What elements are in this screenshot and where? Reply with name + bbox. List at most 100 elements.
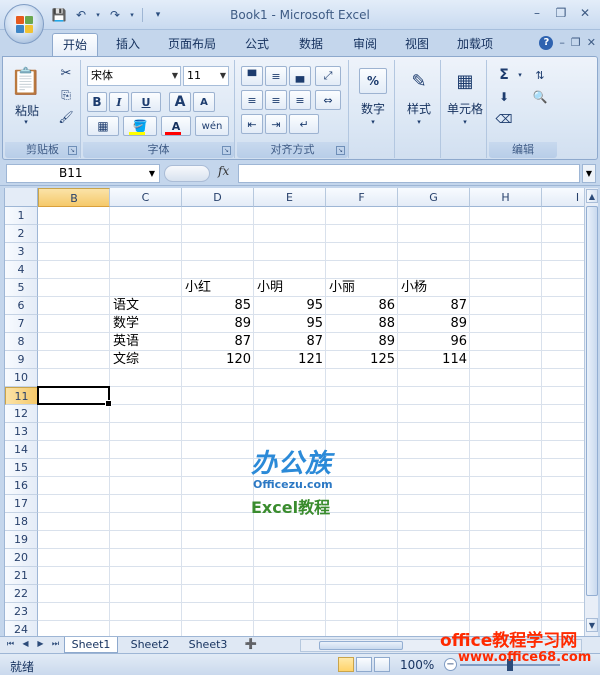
tab-page-layout[interactable]: 页面布局	[160, 33, 224, 56]
row-header-13[interactable]: 13	[5, 423, 38, 441]
score-cell[interactable]: 87	[182, 333, 254, 351]
increase-indent-icon[interactable]: ⇥	[265, 114, 287, 134]
zoom-out-icon[interactable]: −	[444, 658, 457, 671]
row-header-16[interactable]: 16	[5, 477, 38, 495]
alignment-launcher-icon[interactable]: ↘	[336, 146, 345, 155]
underline-button[interactable]: U	[131, 92, 161, 112]
row-header-5[interactable]: 5	[5, 279, 38, 297]
score-cell[interactable]: 86	[326, 297, 398, 315]
subject-cell[interactable]: 文综	[110, 351, 142, 369]
subject-cell[interactable]: 语文	[110, 297, 142, 315]
font-name-combo[interactable]: 宋体 ▼	[87, 66, 181, 86]
score-cell[interactable]: 87	[254, 333, 326, 351]
find-select-icon[interactable]: 🔍	[527, 88, 553, 106]
paste-icon[interactable]: 📋	[10, 64, 42, 100]
sheet-tab-3[interactable]: Sheet3	[180, 637, 236, 653]
chevron-down-icon[interactable]: ▾	[414, 118, 424, 126]
styles-button[interactable]: 样式	[397, 100, 441, 117]
score-cell[interactable]: 95	[254, 315, 326, 333]
vertical-scroll-thumb[interactable]	[586, 206, 598, 596]
score-cell[interactable]: 89	[182, 315, 254, 333]
prev-sheet-icon[interactable]: ◀	[19, 639, 32, 649]
score-cell[interactable]: 114	[398, 351, 470, 369]
row-header-22[interactable]: 22	[5, 585, 38, 603]
next-sheet-icon[interactable]: ▶	[34, 639, 47, 649]
page-layout-view-icon[interactable]	[356, 657, 372, 672]
tab-home[interactable]: 开始	[52, 33, 98, 56]
office-button[interactable]	[4, 4, 44, 44]
vertical-scrollbar[interactable]: ▲ ▼	[584, 188, 598, 636]
select-all-corner[interactable]	[5, 188, 38, 207]
align-middle-icon[interactable]: ≡	[265, 66, 287, 86]
ribbon-restore-icon[interactable]: ❐	[571, 36, 581, 50]
autosum-button[interactable]: Σ	[493, 66, 515, 84]
name-box[interactable]: B11 ▼	[6, 164, 160, 183]
student-name-cell[interactable]: 小明	[254, 279, 286, 297]
insert-sheet-icon[interactable]: ➕	[240, 637, 262, 653]
wrap-text-icon[interactable]: ↵	[289, 114, 319, 134]
scroll-down-icon[interactable]: ▼	[586, 618, 598, 632]
clipboard-launcher-icon[interactable]: ↘	[68, 146, 77, 155]
column-header-h[interactable]: H	[470, 188, 542, 207]
row-header-14[interactable]: 14	[5, 441, 38, 459]
tab-review[interactable]: 审阅	[344, 33, 386, 56]
row-header-12[interactable]: 12	[5, 405, 38, 423]
row-header-2[interactable]: 2	[5, 225, 38, 243]
subject-cell[interactable]: 数学	[110, 315, 142, 333]
formula-input[interactable]	[238, 164, 580, 183]
score-cell[interactable]: 88	[326, 315, 398, 333]
fill-icon[interactable]: ⬇	[493, 88, 515, 106]
sheet-tab-1[interactable]: Sheet1	[64, 637, 118, 653]
tab-addins[interactable]: 加载项	[448, 33, 502, 56]
zoom-level[interactable]: 100%	[400, 658, 434, 672]
chevron-down-icon[interactable]: ▾	[368, 118, 378, 126]
expand-formula-bar-icon[interactable]: ▼	[582, 164, 596, 183]
row-header-24[interactable]: 24	[5, 621, 38, 636]
orientation-icon[interactable]: ⤢	[315, 66, 341, 86]
align-center-icon[interactable]: ≡	[265, 90, 287, 110]
student-name-cell[interactable]: 小红	[182, 279, 214, 297]
merge-center-icon[interactable]: ⇔	[315, 90, 341, 110]
grow-font-button[interactable]: A	[169, 92, 191, 112]
first-sheet-icon[interactable]: ⏮	[4, 639, 17, 649]
shrink-font-button[interactable]: A	[193, 92, 215, 112]
tab-formulas[interactable]: 公式	[236, 33, 278, 56]
chevron-down-icon[interactable]: ▾	[515, 66, 525, 84]
cells-button[interactable]: 单元格	[443, 100, 487, 117]
number-format-button[interactable]: 数字	[351, 100, 395, 117]
score-cell[interactable]: 121	[254, 351, 326, 369]
percent-icon[interactable]: %	[359, 68, 387, 94]
column-header-c[interactable]: C	[110, 188, 182, 207]
italic-button[interactable]: I	[109, 92, 129, 112]
score-cell[interactable]: 87	[398, 297, 470, 315]
format-painter-icon[interactable]: 🖌	[57, 108, 75, 126]
score-cell[interactable]: 120	[182, 351, 254, 369]
score-cell[interactable]: 89	[398, 315, 470, 333]
row-header-20[interactable]: 20	[5, 549, 38, 567]
column-header-b[interactable]: B	[38, 188, 110, 207]
insert-function-button[interactable]: fx	[218, 164, 229, 178]
workbook-close-icon[interactable]: ✕	[587, 36, 596, 50]
minimize-icon[interactable]: –	[526, 4, 548, 22]
ribbon-minimize-icon[interactable]: –	[559, 36, 565, 50]
normal-view-icon[interactable]	[338, 657, 354, 672]
font-launcher-icon[interactable]: ↘	[222, 146, 231, 155]
align-top-icon[interactable]: ▀	[241, 66, 263, 86]
clear-icon[interactable]: ⌫	[493, 110, 515, 128]
row-header-21[interactable]: 21	[5, 567, 38, 585]
score-cell[interactable]: 89	[326, 333, 398, 351]
row-header-19[interactable]: 19	[5, 531, 38, 549]
column-header-f[interactable]: F	[326, 188, 398, 207]
active-cell[interactable]	[37, 386, 112, 407]
styles-icon[interactable]: ✎	[405, 68, 433, 94]
tab-view[interactable]: 视图	[396, 33, 438, 56]
decrease-indent-icon[interactable]: ⇤	[241, 114, 263, 134]
row-header-23[interactable]: 23	[5, 603, 38, 621]
copy-icon[interactable]: ⎘	[57, 86, 75, 104]
close-icon[interactable]: ✕	[574, 4, 596, 22]
row-header-3[interactable]: 3	[5, 243, 38, 261]
student-name-cell[interactable]: 小杨	[398, 279, 430, 297]
bold-button[interactable]: B	[87, 92, 107, 112]
row-header-1[interactable]: 1	[5, 207, 38, 225]
worksheet-grid[interactable]: B C D E F G H I 1 2 3 4 5 6 7 8 9 10 11 12 13 14 15 16 17 18 19 20 2…	[4, 188, 584, 636]
